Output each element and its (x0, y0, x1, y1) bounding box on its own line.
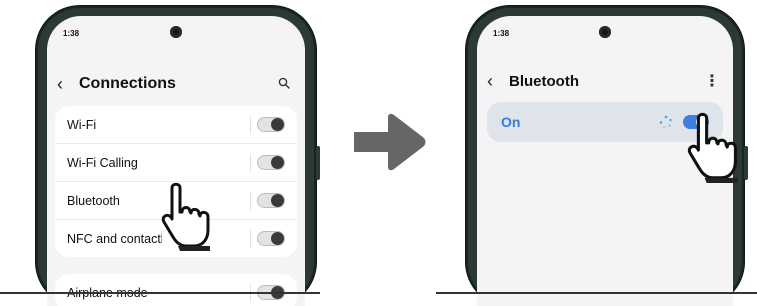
side-button (316, 146, 320, 180)
nfc-toggle[interactable] (257, 231, 285, 246)
divider (250, 192, 251, 210)
back-icon[interactable]: ‹ (487, 71, 509, 92)
pointing-hand-icon (687, 112, 738, 183)
connections-list-2: Airplane mode (55, 274, 297, 306)
back-icon[interactable]: ‹ (57, 74, 79, 95)
wifi-calling-toggle[interactable] (257, 155, 285, 170)
phone-left: 1:38 ‹ Connections Wi-Fi Wi-Fi Calling B… (36, 6, 320, 306)
bluetooth-toggle[interactable] (257, 193, 285, 208)
divider (250, 116, 251, 134)
divider (250, 154, 251, 172)
search-icon[interactable] (275, 76, 293, 92)
bluetooth-status-label: On (501, 114, 521, 130)
list-item-label: NFC and contactless payments (67, 231, 162, 246)
scanning-spinner-icon (659, 115, 672, 128)
page-title: Bluetooth (509, 72, 579, 90)
pointing-hand-icon (161, 182, 210, 251)
app-header: ‹ Connections (57, 72, 293, 96)
wifi-toggle[interactable] (257, 117, 285, 132)
list-item-wifi-calling[interactable]: Wi-Fi Calling (55, 144, 297, 182)
list-item-airplane[interactable]: Airplane mode (55, 274, 297, 306)
list-item-wifi[interactable]: Wi-Fi (55, 106, 297, 144)
list-item-label: Wi-Fi (67, 117, 97, 132)
right-arrow-icon (354, 113, 426, 171)
camera-icon (170, 26, 182, 38)
page-title: Connections (79, 75, 176, 92)
list-item-label: Wi-Fi Calling (67, 155, 138, 170)
screen-connections: 1:38 ‹ Connections Wi-Fi Wi-Fi Calling B… (47, 16, 305, 306)
divider (250, 230, 251, 248)
camera-icon (599, 26, 611, 38)
status-time: 1:38 (63, 29, 80, 38)
status-time: 1:38 (493, 29, 510, 38)
more-options-icon[interactable]: ⋮ (703, 71, 721, 91)
app-header: ‹ Bluetooth ⋮ (487, 69, 721, 93)
